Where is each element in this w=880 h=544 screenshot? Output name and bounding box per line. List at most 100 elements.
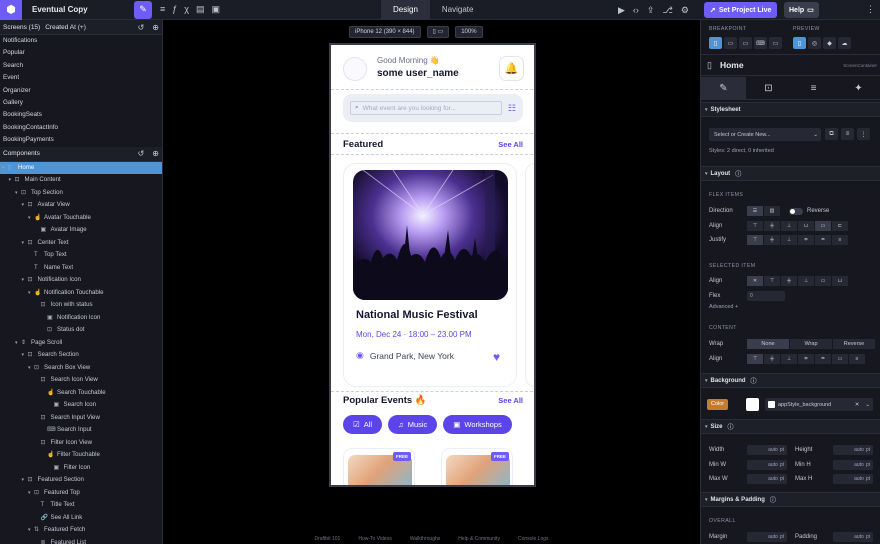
justify-end-icon[interactable]: ⊥ <box>781 235 797 245</box>
help-button[interactable]: Help ▭ <box>784 2 819 18</box>
more-icon[interactable]: ⋮ <box>857 128 870 140</box>
tree-item[interactable]: T Top Text <box>0 249 162 262</box>
tree-item[interactable]: ≣ Featured List <box>0 537 162 544</box>
color-chip[interactable]: Color <box>707 399 729 410</box>
size-input[interactable]: auto pt <box>833 459 873 470</box>
clear-icon[interactable]: ✕ <box>855 402 860 408</box>
background-section[interactable]: ▾ Background ⓘ <box>701 373 880 388</box>
screen-item[interactable]: BookingPayments <box>0 134 162 146</box>
next-event-card[interactable] <box>525 163 534 387</box>
content-center-icon[interactable]: ╪ <box>764 354 780 364</box>
tree-item[interactable]: ▾ ⊡ Avatar View <box>0 199 162 212</box>
pill-music[interactable]: ♫ Music <box>388 415 438 434</box>
tree-item[interactable]: ▾ ⊡ Search Section <box>0 349 162 362</box>
size-input[interactable]: auto pt <box>747 445 787 455</box>
screen-item[interactable]: Gallery <box>0 97 162 109</box>
size-input[interactable]: auto pt <box>747 474 787 484</box>
tree-item[interactable]: ▾ ⇕ Page Scroll <box>0 337 162 350</box>
screen-item[interactable]: Notifications <box>0 35 162 47</box>
content-stretch-icon[interactable]: ▭ <box>832 354 848 364</box>
popular-event-card[interactable]: FREE <box>441 448 513 485</box>
actions-icon[interactable]: ✦ <box>836 77 880 99</box>
tree-item[interactable]: ⌨ Search Input <box>0 424 162 437</box>
share-icon[interactable]: ⇪ <box>647 5 655 16</box>
cloud-preview-icon[interactable]: ☁ <box>838 37 851 49</box>
list-icon[interactable]: ≡ <box>841 128 854 140</box>
tab-design[interactable]: Design <box>381 0 430 20</box>
content-around-icon[interactable]: ≐ <box>815 354 831 364</box>
database-icon[interactable]: ≡ <box>160 4 165 15</box>
bell-icon[interactable]: 🔔 <box>499 56 524 81</box>
pill-workshops[interactable]: ▣ Workshops <box>443 415 512 434</box>
self-center-icon[interactable]: ╪ <box>781 276 797 286</box>
config-icon[interactable]: ⊡ <box>746 77 791 99</box>
tree-item[interactable]: ▾ ⊡ Featured Top <box>0 487 162 500</box>
add-component-icon[interactable]: ⊕ <box>152 149 159 158</box>
content-start-icon[interactable]: ⊤ <box>747 354 763 364</box>
content-end-icon[interactable]: ⊥ <box>781 354 797 364</box>
search-input[interactable]: ⌕ What event are you looking for... <box>350 101 502 115</box>
assets-icon[interactable]: ▤ <box>196 4 205 15</box>
background-value-select[interactable]: appStyle_background ✕ ⌄ <box>765 398 873 411</box>
wrap-reverse-option[interactable]: Reverse <box>833 339 875 349</box>
self-stretch-icon[interactable]: ▭ <box>815 276 831 286</box>
justify-between-icon[interactable]: ≑ <box>798 235 814 245</box>
size-input[interactable]: auto pt <box>833 474 873 484</box>
history-icon[interactable]: ↺ <box>138 23 145 32</box>
layout-section[interactable]: ▾ Layout ⓘ <box>701 166 880 181</box>
project-name[interactable]: Eventual Copy <box>32 5 134 14</box>
see-all-link[interactable]: See All <box>498 140 523 149</box>
align-baseline-icon[interactable]: ⊔ <box>798 221 814 231</box>
footer-link[interactable]: Console Logs <box>518 534 549 544</box>
margins-section[interactable]: ▾ Margins & Padding ⓘ <box>701 492 880 507</box>
footer-link[interactable]: Help & Community <box>458 534 500 544</box>
play-icon[interactable]: ▶ <box>618 5 625 16</box>
stylesheet-section[interactable]: ▾ Stylesheet <box>701 102 880 117</box>
tree-item[interactable]: ▣ Avatar Image <box>0 224 162 237</box>
tree-item[interactable]: ☝ Filter Touchable <box>0 449 162 462</box>
screen-item[interactable]: BookingContactInfo <box>0 122 162 134</box>
align-stretch-icon[interactable]: ▭ <box>815 221 831 231</box>
tree-item[interactable]: ▣ Filter Icon <box>0 462 162 475</box>
tree-item[interactable]: 🔗 See All Link <box>0 512 162 525</box>
git-icon[interactable]: ⎇ <box>662 5 672 16</box>
flex-input[interactable]: 0 <box>747 291 785 301</box>
pill-all[interactable]: ☑ All <box>343 415 383 434</box>
screen-item[interactable]: Event <box>0 72 162 84</box>
padding-input[interactable]: auto pt <box>833 532 873 542</box>
size-input[interactable]: auto pt <box>833 445 873 455</box>
screen-item[interactable]: BookingSeats <box>0 109 162 121</box>
more-menu-icon[interactable]: ⋮ <box>866 4 875 15</box>
add-screen-icon[interactable]: ⊕ <box>152 23 159 32</box>
tree-item[interactable]: ▾ ⇅ Featured Fetch <box>0 524 162 537</box>
align-auto-icon[interactable]: ⊏ <box>832 221 848 231</box>
justify-evenly-icon[interactable]: ≡ <box>832 235 848 245</box>
content-evenly-icon[interactable]: ≡ <box>849 354 865 364</box>
wrap-none-option[interactable]: None <box>747 339 789 349</box>
tree-item[interactable]: ▾ ⊡ Main Content <box>0 174 162 187</box>
set-project-live-button[interactable]: ➚ Set Project Live <box>704 2 778 18</box>
margin-input[interactable]: auto pt <box>747 532 787 542</box>
screen-item[interactable]: Organizer <box>0 85 162 97</box>
tab-navigate[interactable]: Navigate <box>430 0 486 20</box>
data-icon[interactable]: ≡ <box>791 77 836 99</box>
tree-item[interactable]: T Name Text <box>0 262 162 275</box>
self-end-icon[interactable]: ⊥ <box>798 276 814 286</box>
app-logo-icon[interactable]: ⬢ <box>0 0 22 20</box>
android-preview-icon[interactable]: ◆ <box>823 37 836 49</box>
tree-item[interactable]: ⊡ Search Input View <box>0 412 162 425</box>
tree-item[interactable]: ▾ ⊡ Top Section <box>0 187 162 200</box>
stylesheet-select[interactable]: Select or Create New... ⌄ <box>709 128 821 141</box>
tree-item[interactable]: ☝ Search Touchable <box>0 387 162 400</box>
tree-item[interactable]: ⊡ Icon with status <box>0 299 162 312</box>
tree-item[interactable]: ▾ ▯ Home <box>0 161 162 175</box>
footer-link[interactable]: Draftbit 101 <box>314 534 340 544</box>
footer-link[interactable]: How-To Videos <box>358 534 392 544</box>
brand-icon[interactable]: ✎ <box>134 0 152 19</box>
web-preview-icon[interactable]: ◎ <box>808 37 821 49</box>
tablet-breakpoint-icon[interactable]: ▭ <box>724 37 737 49</box>
desktop-breakpoint-icon[interactable]: ▭ <box>769 37 782 49</box>
screen-item[interactable]: Popular <box>0 47 162 59</box>
zoom-select[interactable]: 100% <box>455 26 483 38</box>
filter-icon[interactable]: ☷ <box>508 103 516 114</box>
